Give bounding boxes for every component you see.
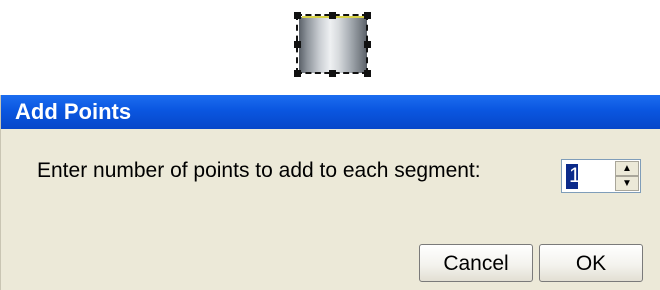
arrow-down-icon[interactable]: ▼ <box>615 176 639 191</box>
cancel-button[interactable]: Cancel <box>419 244 533 282</box>
dialog-title: Add Points <box>1 95 660 129</box>
selection-frame <box>296 14 368 74</box>
selection-handle-bottom[interactable] <box>329 70 336 77</box>
selection-handle-top-left[interactable] <box>294 12 301 19</box>
selection-handle-bottom-right[interactable] <box>364 70 371 77</box>
points-prompt-label: Enter number of points to add to each se… <box>37 159 481 182</box>
selected-shape[interactable] <box>294 12 374 78</box>
selection-handle-bottom-left[interactable] <box>294 70 301 77</box>
ok-button[interactable]: OK <box>539 244 643 282</box>
add-points-dialog: Add Points Enter number of points to add… <box>0 95 660 290</box>
arrow-up-icon[interactable]: ▲ <box>615 161 639 176</box>
points-count-input[interactable] <box>564 162 613 190</box>
spinner-buttons: ▲ ▼ <box>615 161 639 191</box>
screen: Add Points Enter number of points to add… <box>0 0 660 290</box>
points-spinner[interactable]: ▲ ▼ <box>561 159 641 193</box>
selection-handle-right[interactable] <box>364 41 371 48</box>
selection-handle-left[interactable] <box>294 41 301 48</box>
selection-handle-top[interactable] <box>329 12 336 19</box>
selection-handle-top-right[interactable] <box>364 12 371 19</box>
